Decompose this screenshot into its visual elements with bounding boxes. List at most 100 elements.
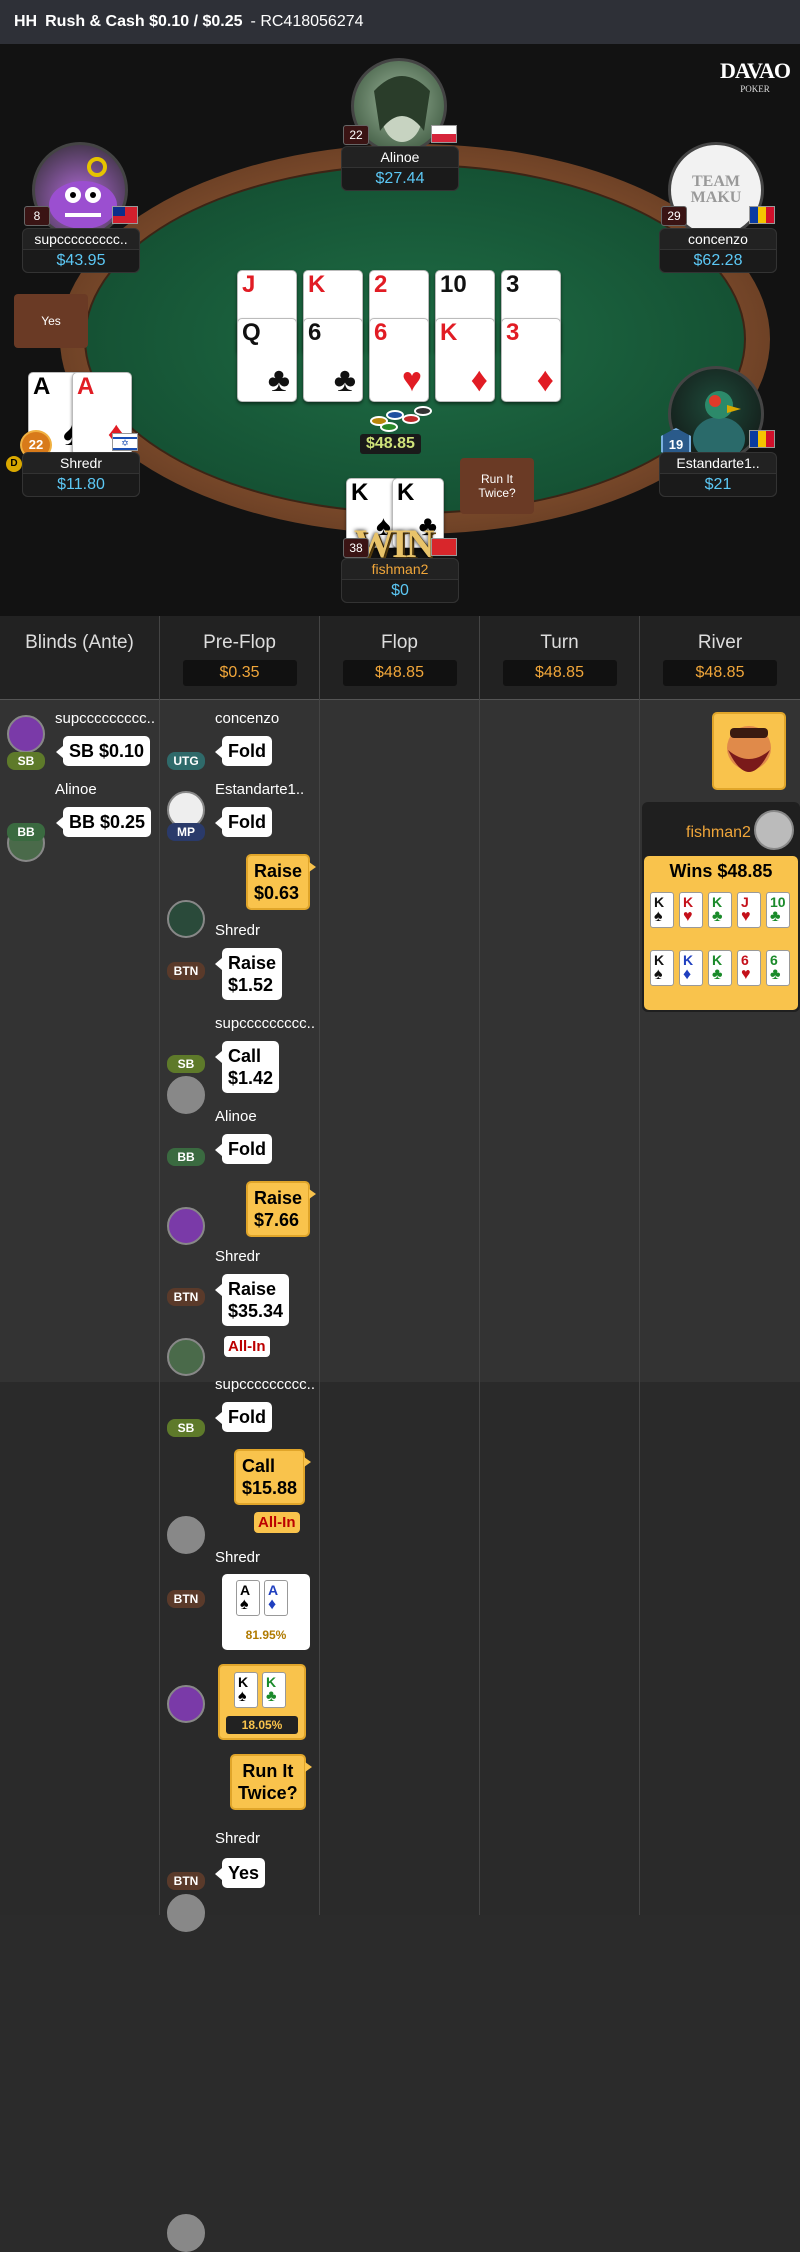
action-bubble: Fold [215, 736, 272, 766]
final-card-run1-4: J ♥ [737, 892, 761, 928]
equity-label: 18.05% [226, 1716, 298, 1734]
position-badge: BTN [167, 1288, 205, 1306]
hh-label: HH [14, 13, 38, 30]
flag-hongkong-icon [431, 538, 457, 556]
player-stack: $0 [342, 579, 458, 602]
flag-poland-icon [431, 125, 457, 143]
avatar-shredr [167, 1894, 205, 1932]
action-bubble: Raise $1.52 [214, 948, 283, 1000]
player-stack: $62.28 [660, 249, 776, 272]
logo-subtext: POKER [740, 84, 770, 94]
column-header: Pre-Flop $0.35 [160, 616, 319, 700]
player-name: concenzo [215, 710, 280, 727]
column-label: Blinds (Ante) [25, 632, 134, 653]
column-flop: Flop $48.85 [320, 616, 480, 1915]
player-name: Estandarte1.. [676, 455, 760, 471]
action-bubble: Yes [214, 1858, 266, 1888]
wins-box: Wins $48.85 K ♠ K ♥ K ♣ J ♥ 10 ♣ K ♠ K ♦ K ♣ 6 ♥ 6 ♣ [644, 856, 798, 1010]
davao-logo: DAVAO POKER [720, 58, 791, 94]
board-card-bottom-5: 3 ♦ [501, 318, 561, 402]
logo-text: DAVAO [720, 58, 791, 83]
column-pot: $48.85 [502, 660, 617, 686]
position-badge: BTN [167, 1872, 205, 1890]
level-badge: 29 [661, 206, 687, 226]
dealer-button: D [6, 456, 22, 472]
team-maku-text: TEAM MAKU [690, 173, 742, 206]
pot-amount: $48.85 [360, 434, 421, 454]
final-card-run2-5: 6 ♣ [766, 950, 790, 986]
player-stack: $27.44 [342, 167, 458, 190]
run-it-twice-button[interactable]: Run It Twice? [460, 458, 534, 514]
player-name: Shredr [215, 922, 261, 939]
player-name: Shredr [215, 1248, 261, 1265]
action-bubble: Raise $35.34 [214, 1274, 290, 1326]
flag-andorra-icon [749, 206, 775, 224]
player-name: Shredr [59, 455, 103, 471]
bearded-man-avatar-icon [727, 726, 771, 772]
position-badge: MP [167, 823, 205, 841]
all-in-badge: All-In [224, 1336, 270, 1357]
winner-panel: fishman2 Wins $48.85 K ♠ K ♥ K ♣ J ♥ 10 ♣ K ♠ K ♦ K ♣ 6… [642, 802, 800, 1012]
position-badge: SB [167, 1055, 205, 1073]
column-header: Turn $48.85 [480, 616, 639, 700]
level-badge: 22 [343, 125, 369, 145]
player-name: supccccccccc.. [34, 231, 128, 247]
column-header: River $48.85 [640, 616, 800, 700]
column-label: Flop [381, 632, 418, 653]
player-stack: $21 [660, 473, 776, 496]
player-name: Alinoe [215, 1108, 257, 1125]
column-pot: $48.85 [663, 660, 777, 686]
equity-label: 81.95% [228, 1626, 304, 1644]
position-badge: UTG [167, 752, 205, 770]
column-label: Pre-Flop [203, 632, 276, 653]
position-badge: BB [167, 1148, 205, 1166]
shredr-showdown: A ♠ A ♦ 81.95% [222, 1574, 310, 1650]
board-card-bottom-1: Q ♣ [237, 318, 297, 402]
yes-button[interactable]: Yes [14, 294, 88, 348]
player-name: Alinoe [55, 781, 97, 798]
player-name: supccccccccc.. [55, 710, 156, 727]
position-badge: BTN [167, 1590, 205, 1608]
final-card-run1-1: K ♠ [650, 892, 674, 928]
seat-plate-concenzo[interactable]: concenzo $62.28 [659, 228, 777, 273]
wins-label: Wins $48.85 [669, 861, 773, 881]
player-name: concenzo [688, 231, 748, 247]
avatar-supc [167, 1685, 205, 1723]
hand-id: - RC418056274 [250, 13, 364, 30]
player-stack: $43.95 [23, 249, 139, 272]
board-card-bottom-4: K ♦ [435, 318, 495, 402]
column-pot: $0.35 [182, 660, 297, 686]
column-label: River [697, 632, 743, 653]
hero-run-it-twice-bubble: Run It Twice? [230, 1754, 312, 1810]
action-bubble: Fold [215, 807, 272, 837]
hero-avatar-card [712, 712, 786, 790]
board-card-bottom-2: 6 ♣ [303, 318, 363, 402]
game-title: Rush & Cash $0.10 / $0.25 [45, 13, 243, 30]
action-bubble: SB $0.10 [55, 736, 151, 766]
flag-israel-icon: ✡ [112, 433, 138, 451]
seat-plate-alinoe[interactable]: Alinoe $27.44 [341, 146, 459, 191]
action-bubble: Fold [215, 1402, 272, 1432]
level-badge: 8 [24, 206, 50, 226]
column-pot: $48.85 [342, 660, 457, 686]
seat-plate-fishman[interactable]: fishman2 $0 [341, 558, 459, 603]
seat-plate-shredr[interactable]: Shredr $11.80 [22, 452, 140, 497]
hero-showdown: K ♠ K ♣ 18.05% [218, 1664, 306, 1740]
player-stack: $11.80 [23, 473, 139, 496]
action-bubble: Fold [215, 1134, 272, 1164]
player-name: fishman2 [371, 561, 429, 577]
avatar-shredr [167, 2214, 205, 2252]
avatar-supc [7, 715, 45, 753]
seat-plate-estandarte[interactable]: Estandarte1.. $21 [659, 452, 777, 497]
avatar-estandarte [167, 900, 205, 938]
hero-call-bubble: Call $15.88 [234, 1449, 312, 1505]
position-badge: BB [7, 823, 45, 841]
flag-taiwan-icon [112, 206, 138, 224]
final-card-run1-2: K ♥ [679, 892, 703, 928]
player-name: supccccccccc.. [215, 1376, 316, 1393]
column-turn: Turn $48.85 [480, 616, 640, 1915]
final-card-run2-3: K ♣ [708, 950, 732, 986]
hero-raise-bubble: Raise $7.66 [246, 1181, 317, 1237]
player-name: Shredr [215, 1830, 261, 1847]
seat-plate-supc[interactable]: supccccccccc.. $43.95 [22, 228, 140, 273]
